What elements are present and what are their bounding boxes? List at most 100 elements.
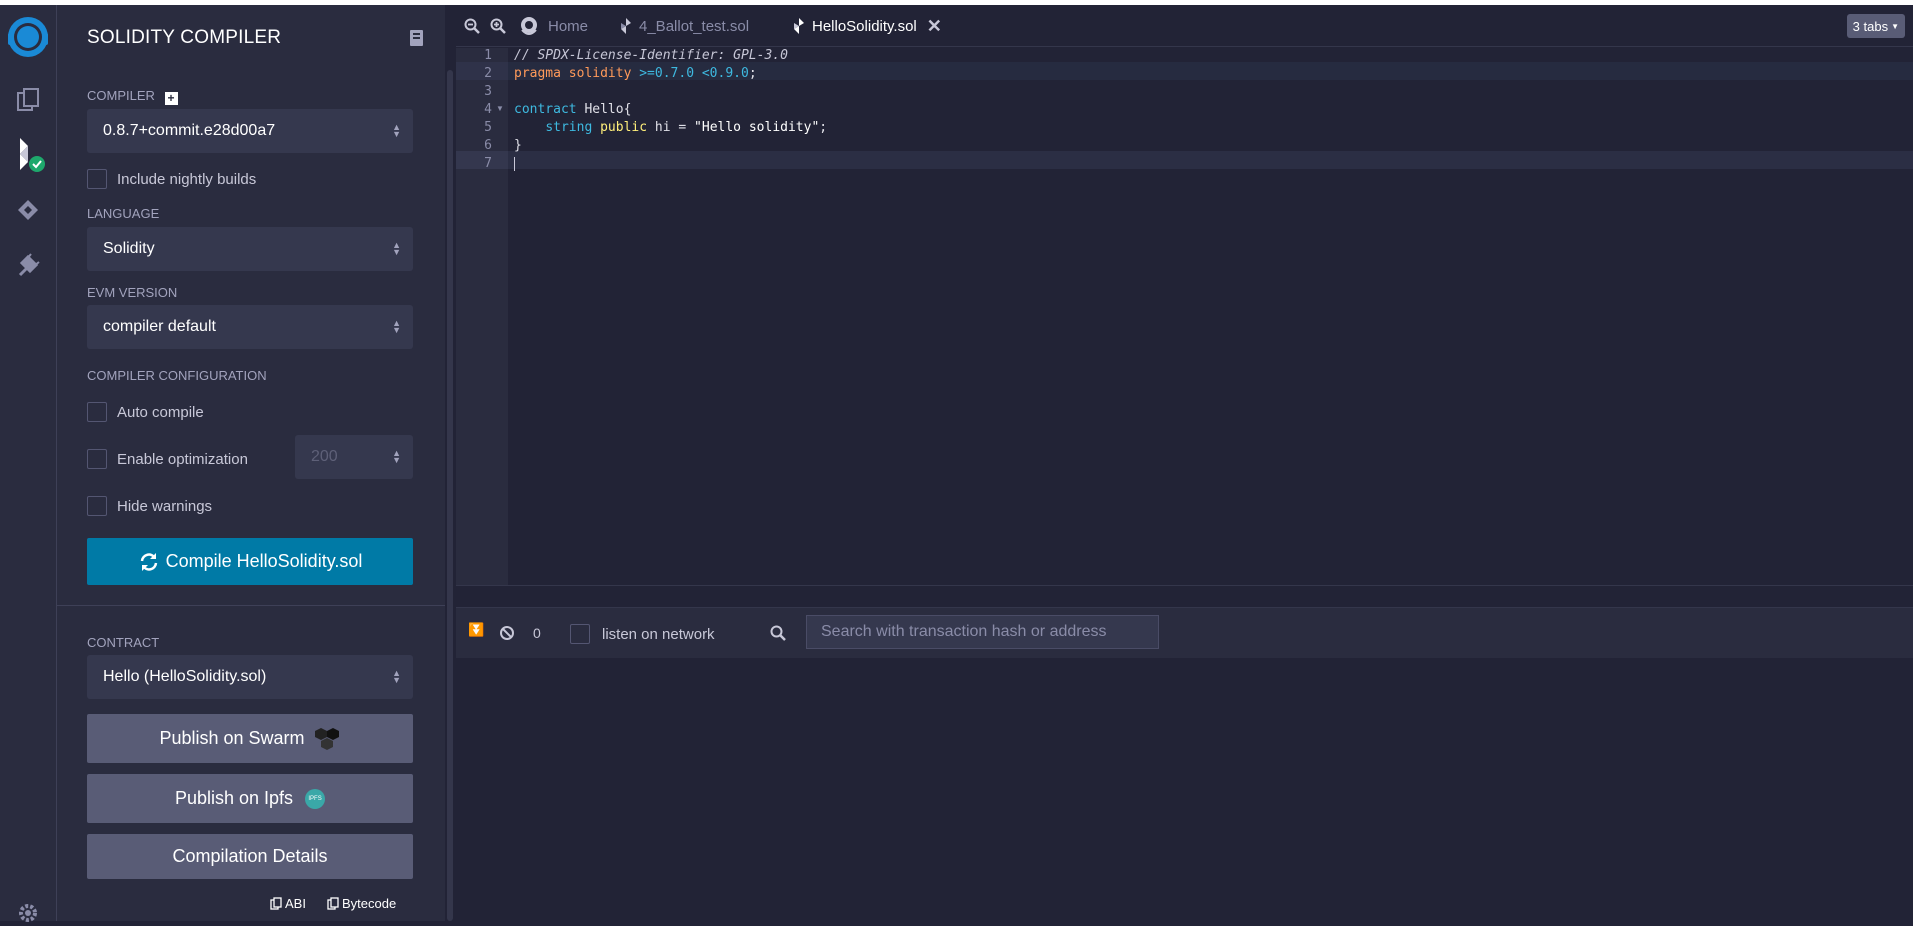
select-arrows-icon: ▲ ▼ [392, 122, 401, 139]
tab-ballot-test[interactable]: 4_Ballot_test.sol [621, 5, 749, 47]
documentation-icon[interactable] [409, 29, 425, 52]
optimization-runs-input[interactable]: 200 ▲ ▼ [295, 435, 413, 479]
chevron-down-icon: ▼ [1891, 21, 1899, 31]
enable-optimization-label: Enable optimization [117, 450, 248, 468]
solidity-file-icon [621, 18, 631, 34]
plugin-manager-icon[interactable] [8, 245, 48, 285]
swarm-icon [314, 727, 339, 750]
select-arrows-icon: ▲ ▼ [392, 318, 401, 335]
panel-scrollbar-thumb[interactable] [447, 70, 453, 921]
checkbox-box[interactable] [87, 449, 107, 469]
refresh-icon [140, 552, 157, 571]
nightly-builds-label: Include nightly builds [117, 170, 257, 188]
auto-compile-label: Auto compile [117, 403, 204, 421]
text-cursor [514, 157, 515, 171]
tab-hello-solidity-label: HelloSolidity.sol [812, 17, 917, 35]
contract-label: CONTRACT [87, 635, 160, 650]
compiler-label-text: COMPILER [87, 88, 155, 103]
copy-bytecode-link[interactable]: Bytecode [327, 896, 396, 911]
icon-sidebar [0, 5, 56, 922]
enable-optimization-checkbox[interactable]: Enable optimization [87, 449, 248, 469]
listen-network-label: listen on network [602, 626, 715, 643]
compiler-configuration-label: COMPILER CONFIGURATION [87, 368, 267, 383]
stepper-arrows-icon[interactable]: ▲ ▼ [392, 449, 401, 465]
search-placeholder: Search with transaction hash or address [821, 623, 1107, 640]
code-line: // SPDX-License-Identifier: GPL-3.0 [514, 48, 788, 63]
solidity-file-icon [794, 18, 804, 34]
tabs-dropdown-button[interactable]: 3 tabs ▼ [1846, 14, 1905, 38]
tab-ballot-test-label: 4_Ballot_test.sol [639, 17, 750, 35]
terminal-panel: ⏬ 0 listen on network Search with transa… [456, 607, 1913, 921]
editor-tab-bar: Home 4_Ballot_test.sol HelloSolidity.sol… [456, 5, 1913, 47]
hide-warnings-label: Hide warnings [117, 497, 213, 515]
editor-gutter: 1 2 3 4 ▼ 5 6 7 [456, 48, 508, 585]
copy-icon [327, 897, 339, 910]
publish-swarm-button[interactable]: Publish on Swarm [87, 714, 413, 763]
contract-select[interactable]: Hello (HelloSolidity.sol) ▲ ▼ [87, 655, 413, 699]
clear-console-icon[interactable] [499, 625, 515, 641]
panel-title: SOLIDITY COMPILER [87, 27, 282, 48]
evm-version-label: EVM VERSION [87, 285, 178, 300]
solidity-compiler-panel: SOLIDITY COMPILER COMPILER + 0.8.7+commi… [57, 5, 445, 921]
compile-button[interactable]: Compile HelloSolidity.sol [87, 538, 413, 585]
collapse-terminal-icon[interactable]: ⏬ [468, 622, 484, 638]
line-number: 2 [484, 66, 492, 81]
line-number: 1 [484, 48, 492, 63]
language-value: Solidity [103, 240, 155, 257]
code-line: string public hi = "Hello solidity"; [545, 120, 828, 135]
code-editor[interactable]: // SPDX-License-Identifier: GPL-3.0 prag… [508, 48, 1913, 585]
fold-arrow-icon[interactable]: ▼ [496, 104, 504, 113]
publish-ipfs-button[interactable]: Publish on Ipfs IPFS [87, 774, 413, 823]
auto-compile-checkbox[interactable]: Auto compile [87, 402, 204, 422]
evm-version-value: compiler default [103, 318, 216, 335]
checkbox-box[interactable] [87, 402, 107, 422]
remix-home-icon [521, 17, 537, 35]
contract-value: Hello (HelloSolidity.sol) [103, 668, 267, 685]
compilation-details-button[interactable]: Compilation Details [87, 834, 413, 879]
panel-separator [57, 605, 445, 606]
zoom-out-icon[interactable] [464, 5, 480, 47]
terminal-toolbar: ⏬ 0 listen on network Search with transa… [456, 608, 1913, 658]
compiler-label: COMPILER + [87, 88, 178, 105]
compiler-version-select[interactable]: 0.8.7+commit.e28d00a7 ▲ ▼ [87, 109, 413, 153]
code-line: contract Hello{ [514, 102, 632, 117]
solidity-compiler-icon[interactable] [8, 135, 48, 175]
deploy-run-icon[interactable] [8, 190, 48, 230]
publish-ipfs-label: Publish on Ipfs [174, 788, 294, 808]
compilation-details-label: Compilation Details [172, 846, 328, 866]
language-select[interactable]: Solidity ▲ ▼ [87, 227, 413, 271]
current-line-highlight [508, 151, 1913, 169]
line-number: 6 [484, 138, 492, 153]
close-tab-icon[interactable]: ✕ [927, 16, 942, 37]
copy-icon [270, 897, 282, 910]
line-number: 7 [484, 156, 492, 171]
editor-horizontal-scrollbar[interactable] [456, 585, 1913, 607]
checkbox-box[interactable] [87, 169, 107, 189]
pending-tx-count: 0 [533, 625, 541, 641]
abi-label: ABI [285, 896, 306, 911]
tab-hello-solidity[interactable]: HelloSolidity.sol ✕ [794, 5, 942, 47]
add-custom-compiler-icon[interactable]: + [164, 92, 178, 105]
tabs-count-label: 3 tabs [1852, 18, 1889, 34]
transaction-search-input[interactable]: Search with transaction hash or address [806, 615, 1159, 649]
code-line: pragma solidity >=0.7.0 <0.9.0; [514, 66, 757, 81]
line-number: 4 [484, 102, 492, 117]
zoom-in-icon[interactable] [490, 5, 506, 47]
ipfs-icon: IPFS [305, 788, 326, 809]
file-explorer-icon[interactable] [8, 80, 48, 120]
compile-button-label: Compile HelloSolidity.sol [165, 551, 363, 571]
select-arrows-icon: ▲ ▼ [392, 668, 401, 685]
compiler-version-value: 0.8.7+commit.e28d00a7 [103, 122, 276, 139]
checkbox-box[interactable] [87, 496, 107, 516]
select-arrows-icon: ▲ ▼ [392, 240, 401, 257]
copy-abi-link[interactable]: ABI [270, 896, 306, 911]
line-number: 3 [484, 84, 492, 99]
remix-logo-icon[interactable] [4, 13, 52, 61]
nightly-builds-checkbox[interactable]: Include nightly builds [87, 169, 256, 189]
settings-gear-icon[interactable] [8, 900, 48, 926]
tab-home[interactable]: Home [518, 5, 588, 47]
evm-version-select[interactable]: compiler default ▲ ▼ [87, 305, 413, 349]
hide-warnings-checkbox[interactable]: Hide warnings [87, 496, 212, 516]
publish-swarm-label: Publish on Swarm [159, 728, 305, 748]
listen-network-checkbox[interactable] [570, 624, 590, 644]
